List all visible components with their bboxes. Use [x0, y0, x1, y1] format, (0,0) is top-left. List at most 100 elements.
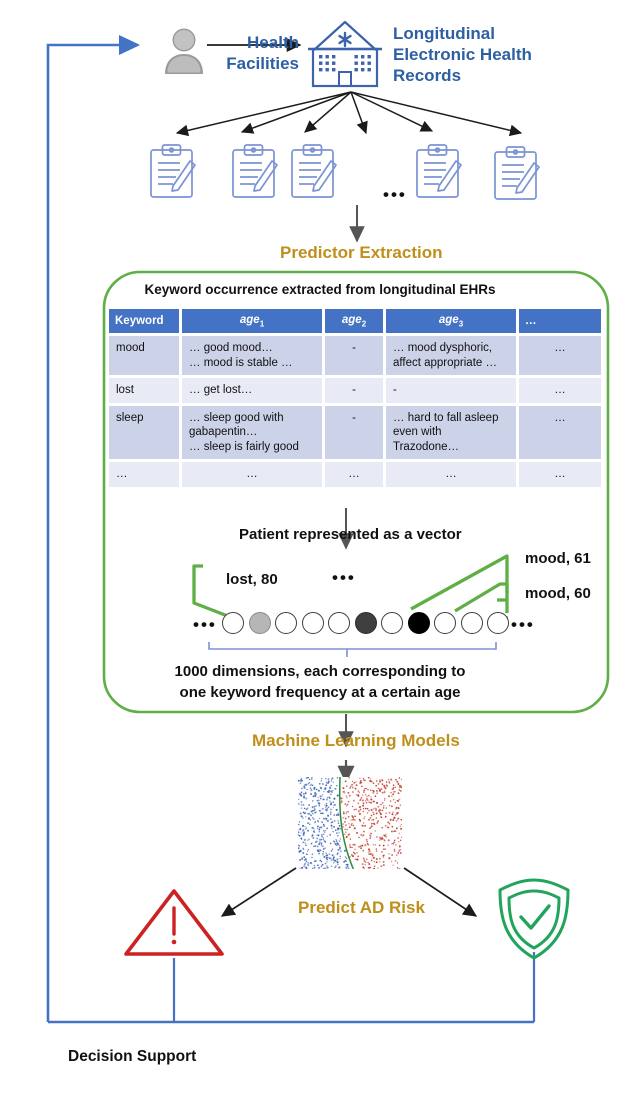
scatter-point: [318, 831, 320, 833]
scatter-point: [310, 863, 313, 865]
cell-age1: …: [182, 462, 322, 487]
scatter-point: [330, 803, 333, 805]
scatter-point: [385, 836, 388, 838]
scatter-point: [362, 791, 365, 793]
scatter-point: [349, 846, 352, 849]
scatter-point: [373, 860, 376, 863]
person-icon: [165, 28, 203, 74]
scatter-point: [331, 854, 334, 857]
scatter-point: [375, 850, 378, 852]
scatter-point: [381, 802, 384, 804]
scatter-point: [318, 782, 321, 785]
scatter-point: [381, 779, 384, 782]
scatter-point: [323, 831, 326, 833]
scatter-point: [305, 866, 308, 869]
scatter-point: [359, 813, 362, 815]
vector-dimension-circle: [248, 612, 271, 634]
scatter-point: [384, 848, 386, 850]
scatter-point: [314, 820, 317, 823]
scatter-point: [344, 817, 347, 820]
scatter-point: [345, 866, 348, 869]
decision-support-label: Decision Support: [68, 1048, 197, 1065]
scatter-point: [363, 789, 365, 792]
keyword-occurrence-table: Keyword age1 age2 age3 … mood… good mood…: [106, 306, 604, 490]
scatter-point: [351, 783, 353, 786]
scatter-point: [302, 848, 305, 850]
scatter-point: [302, 829, 305, 831]
scatter-point: [312, 795, 315, 798]
scatter-point: [317, 834, 320, 837]
scatter-point: [304, 812, 307, 814]
scatter-point: [376, 811, 378, 814]
scatter-point: [333, 820, 336, 822]
scatter-point: [315, 788, 318, 791]
scatter-point: [306, 850, 309, 852]
scatter-point: [317, 821, 320, 823]
scatter-point: [367, 788, 369, 791]
scatter-point: [342, 823, 344, 825]
annotation-mood-60: mood, 60: [525, 585, 591, 602]
scatter-point: [329, 787, 331, 789]
scatter-point: [353, 827, 356, 830]
scatter-point: [357, 794, 360, 796]
scatter-point: [327, 780, 330, 783]
scatter-point: [299, 867, 301, 869]
scatter-point: [302, 803, 305, 806]
scatter-point: [362, 849, 365, 852]
scatter-point: [399, 825, 401, 827]
scatter-point: [347, 801, 350, 803]
scatter-point: [300, 791, 303, 793]
scatter-point: [382, 856, 384, 858]
scatter-point: [385, 807, 388, 809]
scatter-point: [298, 823, 300, 826]
scatter-point: [336, 858, 339, 861]
scatter-point: [307, 822, 310, 825]
scatter-point: [387, 778, 390, 781]
scatter-point: [338, 825, 341, 827]
cell-age2: -: [325, 336, 383, 376]
scatter-point: [357, 810, 360, 813]
scatter-point: [390, 791, 392, 794]
scatter-point: [342, 817, 344, 819]
machine-learning-models-label: Machine Learning Models: [252, 731, 460, 750]
health-facilities-label-line1: Health: [247, 33, 299, 52]
cell-keyword: mood: [109, 336, 179, 376]
scatter-point: [346, 797, 348, 799]
scatter-point: [384, 840, 386, 842]
scatter-point: [365, 838, 368, 841]
scatter-point: [377, 820, 379, 822]
scatter-point: [300, 807, 303, 809]
ehr-label-line1: Longitudinal: [393, 24, 495, 43]
scatter-point: [311, 856, 313, 859]
scatter-point: [353, 818, 356, 821]
scatter-point: [330, 818, 332, 820]
scatter-point: [312, 830, 315, 833]
scatter-point: [399, 790, 402, 792]
scatter-point: [305, 853, 308, 856]
scatter-point: [372, 791, 375, 794]
scatter-point: [335, 808, 338, 811]
scatter-point: [338, 832, 340, 834]
scatter-point: [322, 798, 325, 801]
scatter-point: [317, 799, 320, 802]
decision-boundary-scatter-plot: [298, 777, 402, 869]
scatter-point: [383, 784, 386, 787]
scatter-point: [369, 789, 372, 791]
scatter-point: [343, 849, 346, 852]
scatter-point: [345, 795, 348, 797]
scatter-point: [304, 858, 307, 861]
scatter-point: [328, 853, 331, 855]
scatter-point: [310, 783, 313, 786]
scatter-point: [318, 866, 320, 869]
cell-age3: -: [386, 378, 516, 403]
scatter-point: [332, 781, 334, 784]
scatter-point: [308, 838, 310, 841]
scatter-point: [309, 787, 312, 790]
scatter-point: [360, 779, 362, 782]
scatter-point: [362, 810, 365, 813]
scatter-point: [337, 843, 339, 846]
scatter-point: [345, 812, 348, 814]
scatter-point: [382, 860, 385, 863]
scatter-point: [359, 845, 362, 848]
scatter-point: [306, 788, 308, 791]
